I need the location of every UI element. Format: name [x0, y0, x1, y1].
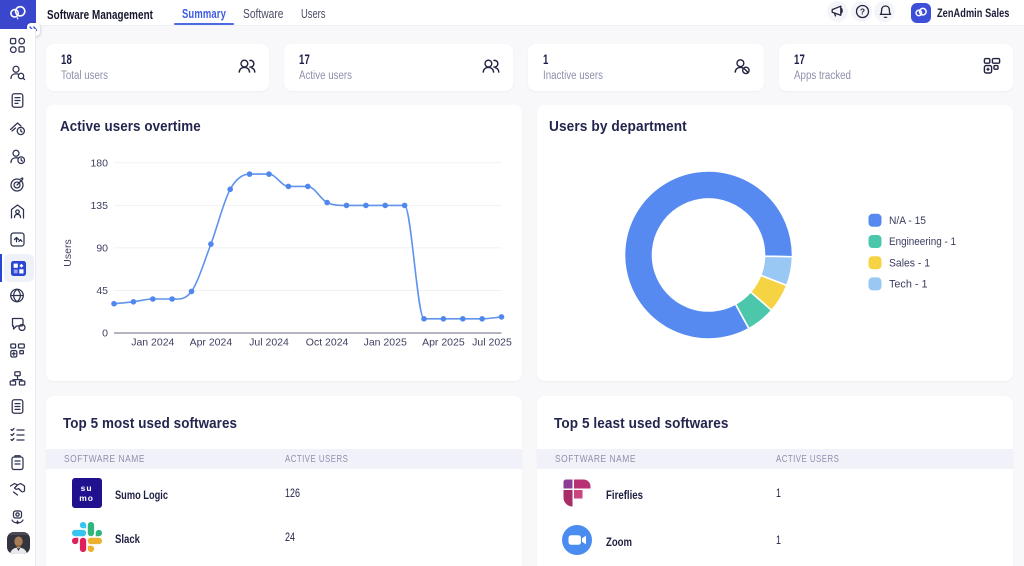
svg-text:Jul 2024: Jul 2024 — [249, 337, 289, 349]
svg-text:Tech - 1: Tech - 1 — [889, 279, 928, 291]
svg-text:Oct 2024: Oct 2024 — [306, 337, 349, 349]
svg-text:Sales - 1: Sales - 1 — [889, 257, 930, 269]
svg-text:135: 135 — [90, 200, 108, 212]
svg-text:?: ? — [859, 6, 864, 16]
svg-text:N/A - 15: N/A - 15 — [889, 215, 926, 227]
svg-text:Apr 2025: Apr 2025 — [422, 337, 465, 349]
svg-text:Apr 2024: Apr 2024 — [190, 337, 233, 349]
svg-text:Users: Users — [62, 239, 74, 266]
svg-text:Engineering - 1: Engineering - 1 — [889, 236, 956, 248]
svg-text:45: 45 — [96, 285, 108, 297]
svg-text:Jul 2025: Jul 2025 — [472, 337, 512, 349]
svg-text:Jan 2025: Jan 2025 — [364, 337, 407, 349]
svg-text:0: 0 — [102, 328, 108, 340]
svg-text:Jan 2024: Jan 2024 — [131, 337, 174, 349]
svg-text:90: 90 — [96, 242, 108, 254]
svg-text:180: 180 — [90, 157, 108, 169]
